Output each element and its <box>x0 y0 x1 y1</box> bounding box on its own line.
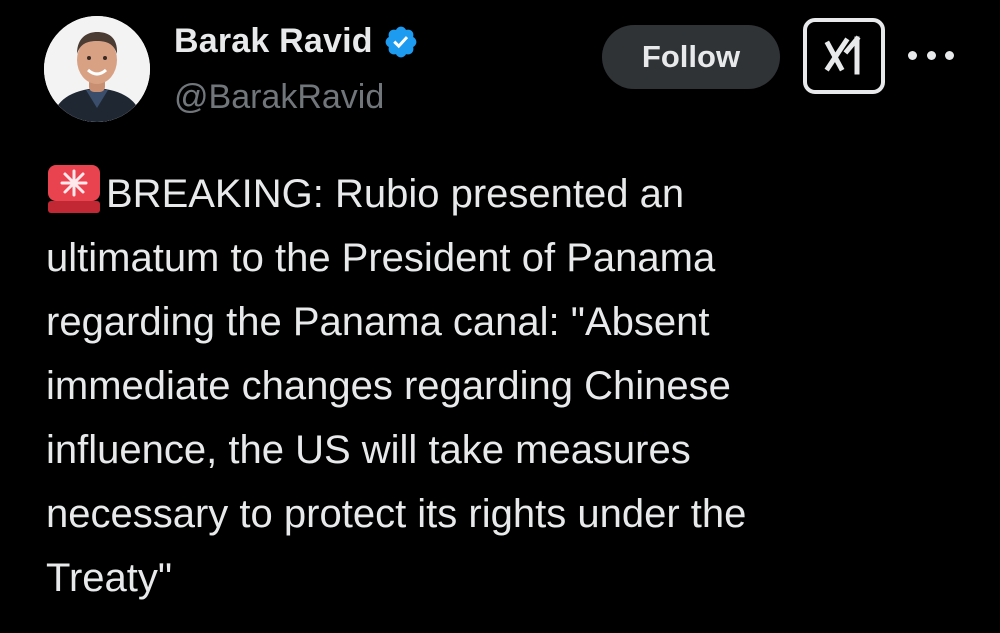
tweet-text: BREAKING: Rubio presented an ultimatum t… <box>46 162 966 610</box>
tweet-line: necessary to protect its rights under th… <box>46 492 747 536</box>
avatar-image <box>44 16 150 122</box>
siren-icon <box>48 165 100 213</box>
more-dot <box>926 50 936 60</box>
avatar[interactable] <box>44 16 150 122</box>
follow-button[interactable]: Follow <box>602 25 780 89</box>
tweet-line: regarding the Panama canal: "Absent <box>46 300 710 344</box>
tweet-line: ultimatum to the President of Panama <box>46 236 716 280</box>
tweet-line: BREAKING: Rubio presented an <box>46 162 966 226</box>
tweet-line: Treaty" <box>46 556 173 600</box>
tweet-line: immediate changes regarding Chinese <box>46 364 731 408</box>
more-dot <box>945 50 954 60</box>
more-dot <box>908 50 917 60</box>
grok-icon <box>824 35 861 75</box>
more-options-icon[interactable] <box>908 42 954 68</box>
author-name-row[interactable]: Barak Ravid <box>174 22 419 61</box>
verified-badge-icon[interactable] <box>383 24 419 60</box>
grok-button[interactable] <box>803 18 885 94</box>
author-display-name[interactable]: Barak Ravid <box>174 22 373 61</box>
author-handle[interactable]: @BarakRavid <box>174 78 384 117</box>
tweet-line: influence, the US will take measures <box>46 428 691 472</box>
tweet-line-text: BREAKING: Rubio presented an <box>106 172 685 216</box>
